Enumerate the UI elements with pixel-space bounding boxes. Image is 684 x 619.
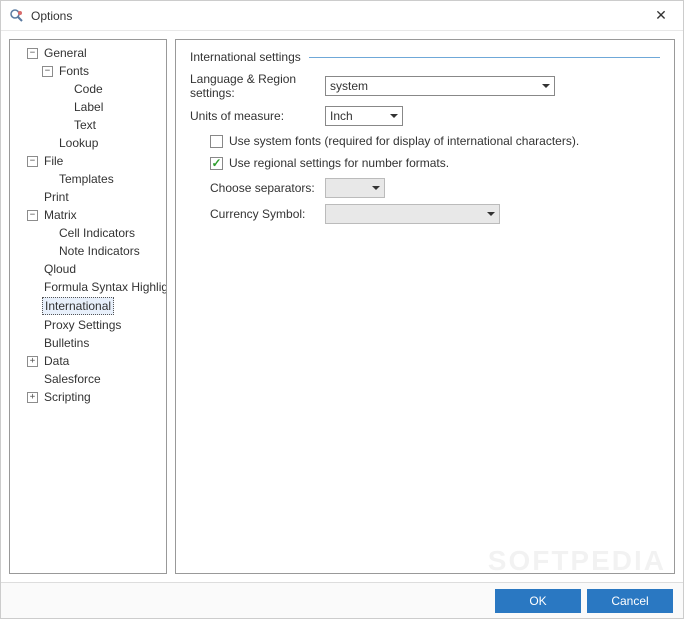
collapse-icon[interactable]: − [27, 210, 38, 221]
use-system-fonts-label: Use system fonts (required for display o… [229, 134, 579, 148]
titlebar: Options ✕ [1, 1, 683, 31]
use-regional-settings-checkbox[interactable] [210, 157, 223, 170]
window-title: Options [31, 9, 72, 23]
tree-item-matrix[interactable]: −Matrix [12, 207, 164, 223]
use-system-fonts-checkbox[interactable] [210, 135, 223, 148]
tree-item-data[interactable]: +Data [12, 353, 164, 369]
units-select[interactable]: Inch [325, 106, 403, 126]
expand-icon[interactable]: + [27, 392, 38, 403]
tree-item-cell-indicators[interactable]: Cell Indicators [12, 225, 164, 241]
tree-item-formula-syntax[interactable]: Formula Syntax Highlighting [12, 279, 164, 295]
currency-symbol-label: Currency Symbol: [210, 207, 325, 221]
language-region-label: Language & Region settings: [190, 72, 325, 100]
tree-item-international[interactable]: International [12, 297, 164, 315]
cancel-button[interactable]: Cancel [587, 589, 673, 613]
use-regional-settings-label: Use regional settings for number formats… [229, 156, 449, 170]
options-tree[interactable]: −General −Fonts Code Label Text Lookup −… [9, 39, 167, 574]
choose-separators-select [325, 178, 385, 198]
chevron-down-icon [390, 114, 398, 118]
currency-symbol-select [325, 204, 500, 224]
settings-panel: International settings Language & Region… [175, 39, 675, 574]
collapse-icon[interactable]: − [42, 66, 53, 77]
section-header: International settings [190, 50, 660, 64]
chevron-down-icon [542, 84, 550, 88]
divider [309, 57, 660, 58]
tree-item-label[interactable]: Label [12, 99, 164, 115]
tree-item-file[interactable]: −File [12, 153, 164, 169]
tree-item-note-indicators[interactable]: Note Indicators [12, 243, 164, 259]
tree-item-proxy[interactable]: Proxy Settings [12, 317, 164, 333]
expand-icon[interactable]: + [27, 356, 38, 367]
tree-item-general[interactable]: −General [12, 45, 164, 61]
close-button[interactable]: ✕ [647, 2, 675, 30]
tree-item-templates[interactable]: Templates [12, 171, 164, 187]
language-region-select[interactable]: system [325, 76, 555, 96]
tree-item-bulletins[interactable]: Bulletins [12, 335, 164, 351]
tree-item-qloud[interactable]: Qloud [12, 261, 164, 277]
chevron-down-icon [372, 186, 380, 190]
tree-item-scripting[interactable]: +Scripting [12, 389, 164, 405]
tree-item-lookup[interactable]: Lookup [12, 135, 164, 151]
app-icon [9, 8, 25, 24]
ok-button[interactable]: OK [495, 589, 581, 613]
chevron-down-icon [487, 212, 495, 216]
units-label: Units of measure: [190, 109, 325, 123]
tree-item-print[interactable]: Print [12, 189, 164, 205]
tree-item-salesforce[interactable]: Salesforce [12, 371, 164, 387]
collapse-icon[interactable]: − [27, 48, 38, 59]
tree-item-code[interactable]: Code [12, 81, 164, 97]
tree-item-text[interactable]: Text [12, 117, 164, 133]
collapse-icon[interactable]: − [27, 156, 38, 167]
dialog-footer: OK Cancel [1, 582, 683, 618]
choose-separators-label: Choose separators: [210, 181, 325, 195]
tree-item-fonts[interactable]: −Fonts [12, 63, 164, 79]
